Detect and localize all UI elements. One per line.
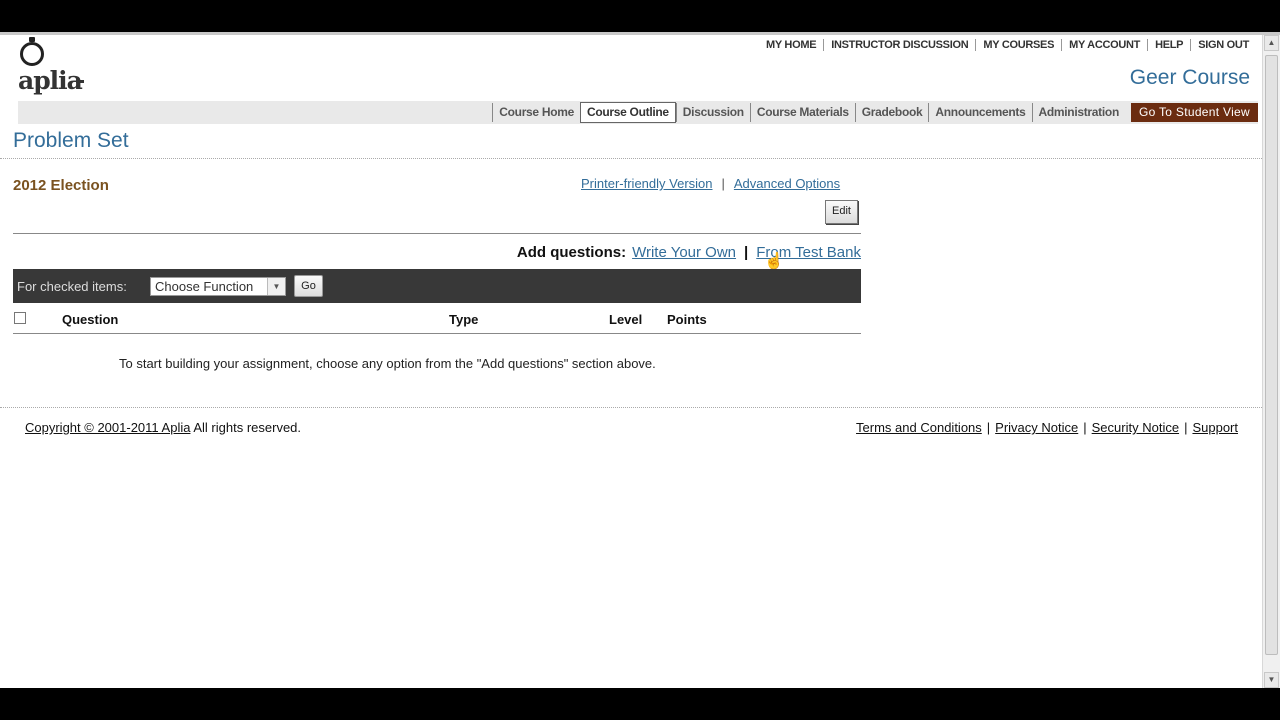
screen-bottom-band (0, 688, 1280, 720)
instructor-discussion-link[interactable]: INSTRUCTOR DISCUSSION (824, 39, 975, 51)
tab-gradebook[interactable]: Gradebook (854, 103, 929, 122)
checked-items-label: For checked items: (17, 279, 127, 294)
copyright-link[interactable]: Copyright © 2001-2011 Aplia (25, 420, 190, 435)
copyright: Copyright © 2001-2011 Aplia All rights r… (25, 420, 301, 435)
section-divider (13, 233, 861, 234)
title-divider (0, 158, 1262, 159)
aplia-logo[interactable]: aplia (18, 37, 98, 102)
hand-cursor-icon: ☝ (764, 253, 784, 270)
terms-link[interactable]: Terms and Conditions (856, 420, 982, 435)
column-type[interactable]: Type (449, 312, 478, 327)
window-top-border (0, 32, 1280, 35)
printer-friendly-link[interactable]: Printer-friendly Version (581, 176, 713, 191)
problem-set-name: 2012 Election (13, 177, 109, 194)
tab-course-home[interactable]: Course Home (492, 103, 580, 122)
add-questions-label: Add questions: (516, 244, 627, 261)
rights-text: All rights reserved. (193, 420, 302, 435)
choose-function-select[interactable]: Choose Function ▼ (150, 277, 286, 296)
privacy-link[interactable]: Privacy Notice (995, 420, 1078, 435)
sign-out-link[interactable]: SIGN OUT (1191, 39, 1256, 51)
function-toolbar: For checked items: Choose Function ▼ Go (13, 269, 861, 303)
course-nav-bar: Course Home Course Outline Discussion Co… (18, 101, 1258, 124)
footer-links: Terms and Conditions | Privacy Notice | … (856, 420, 1238, 435)
logo-stopwatch-icon (20, 37, 44, 66)
scroll-up-icon[interactable]: ▲ (1264, 35, 1279, 51)
questions-table-header: Question Type Level Points (13, 310, 861, 334)
go-to-student-view-button[interactable]: Go To Student View (1130, 103, 1258, 122)
column-points[interactable]: Points (667, 312, 707, 327)
scroll-down-icon[interactable]: ▼ (1264, 672, 1279, 688)
top-utility-links: MY HOME INSTRUCTOR DISCUSSION MY COURSES… (759, 39, 1256, 51)
footer-divider (0, 407, 1262, 408)
chevron-down-icon[interactable]: ▼ (267, 278, 285, 295)
logo-tm-mark (76, 80, 84, 83)
help-link[interactable]: HELP (1148, 39, 1190, 51)
my-courses-link[interactable]: MY COURSES (976, 39, 1061, 51)
advanced-options-link[interactable]: Advanced Options (734, 176, 840, 191)
column-level[interactable]: Level (609, 312, 642, 327)
my-home-link[interactable]: MY HOME (759, 39, 823, 51)
scrollbar-thumb[interactable] (1265, 55, 1278, 655)
tab-discussion[interactable]: Discussion (675, 103, 750, 122)
empty-table-message: To start building your assignment, choos… (119, 356, 656, 371)
edit-button[interactable]: Edit (825, 200, 858, 224)
select-all-checkbox[interactable] (14, 312, 26, 324)
vertical-scrollbar[interactable]: ▲ ▼ (1262, 35, 1280, 688)
tab-announcements[interactable]: Announcements (928, 103, 1031, 122)
course-title: Geer Course (1129, 66, 1250, 89)
write-your-own-link[interactable]: Write Your Own (632, 244, 736, 261)
tab-course-materials[interactable]: Course Materials (749, 103, 855, 122)
go-button[interactable]: Go (294, 275, 323, 297)
tab-administration[interactable]: Administration (1031, 103, 1125, 122)
security-link[interactable]: Security Notice (1092, 420, 1179, 435)
page-title: Problem Set (13, 129, 129, 152)
support-link[interactable]: Support (1192, 420, 1238, 435)
my-account-link[interactable]: MY ACCOUNT (1062, 39, 1147, 51)
problem-set-options: Printer-friendly Version | Advanced Opti… (581, 176, 841, 191)
column-question[interactable]: Question (62, 312, 118, 327)
add-questions-bar: Add questions: Write Your Own | From Tes… (516, 244, 861, 261)
tab-course-outline[interactable]: Course Outline (579, 102, 676, 123)
logo-wordmark: aplia (18, 66, 83, 95)
browser-viewport: aplia MY HOME INSTRUCTOR DISCUSSION MY C… (0, 32, 1280, 688)
